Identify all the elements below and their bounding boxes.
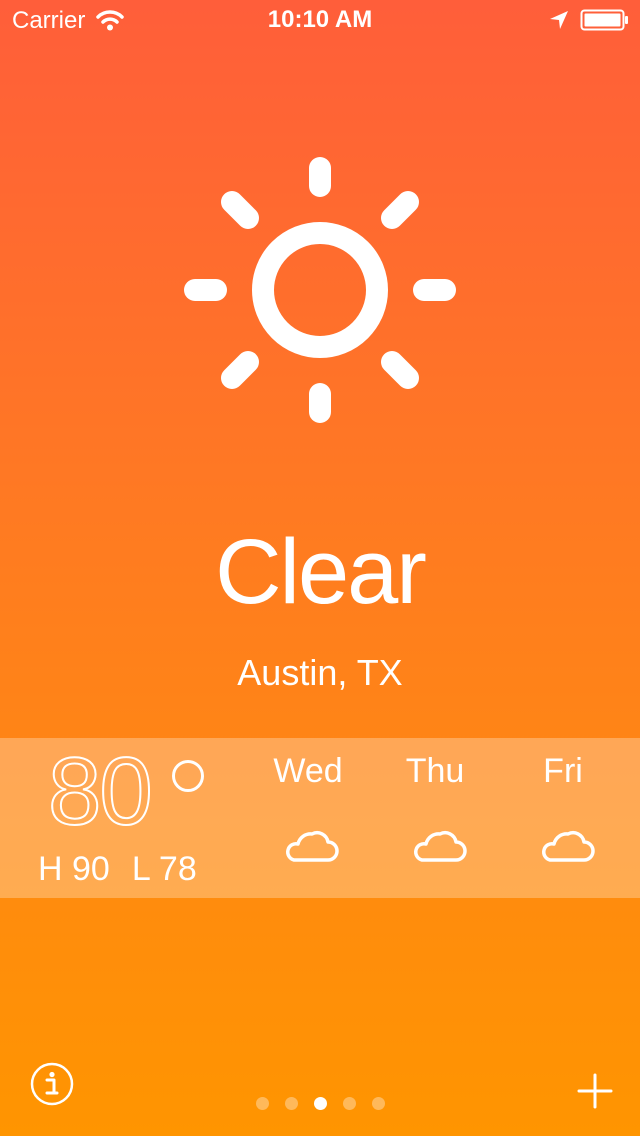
current-temperature: 80 [47, 738, 154, 845]
forecast-day-thu: Thu [405, 752, 465, 790]
sun-icon [184, 157, 456, 423]
forecast-day-wed: Wed [273, 752, 343, 790]
high-temperature: H 90 [38, 850, 110, 888]
degree-symbol [172, 760, 204, 792]
status-clock: 10:10 AM [267, 6, 373, 33]
page-indicator[interactable] [0, 1097, 640, 1111]
cloud-icon [542, 830, 595, 862]
weather-condition: Clear [215, 521, 427, 623]
page-dot[interactable] [284, 1097, 298, 1110]
cloud-icon [286, 830, 339, 862]
add-city-button[interactable] [576, 1072, 614, 1110]
page-dot[interactable] [371, 1097, 385, 1110]
location-arrow-icon [550, 11, 568, 29]
battery-icon [580, 9, 628, 31]
high-low-temperatures: H 90 L 78 [38, 850, 219, 889]
page-dot[interactable] [342, 1097, 356, 1110]
status-bar: Carrier 10:10 AM [0, 0, 640, 40]
page-dot[interactable] [255, 1097, 269, 1110]
cloud-icon [414, 830, 467, 862]
page-dot-current[interactable] [313, 1097, 327, 1110]
forecast-day-fri: Fri [543, 752, 583, 790]
city-name: Austin, TX [237, 652, 403, 693]
low-temperature: L 78 [131, 850, 197, 888]
